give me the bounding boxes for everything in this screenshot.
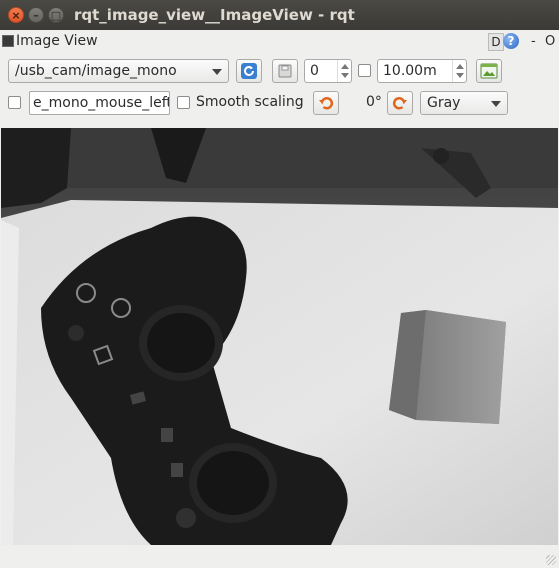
save-icon	[278, 64, 292, 78]
rotate-right-icon	[392, 97, 407, 110]
camera-frame-image	[1, 128, 558, 545]
dock-close-button[interactable]: O	[545, 34, 555, 49]
image-save-icon	[480, 63, 498, 79]
mouse-publish-checkbox[interactable]	[8, 96, 21, 109]
rotate-left-icon	[319, 97, 334, 110]
mouse-topic-value: e_mono_mouse_left	[33, 95, 170, 111]
refresh-topics-button[interactable]	[236, 59, 262, 83]
refresh-icon	[241, 63, 257, 79]
close-window-button[interactable]: ×	[8, 7, 24, 23]
save-image-button[interactable]	[272, 59, 298, 83]
smooth-scaling-label: Smooth scaling	[196, 94, 304, 110]
topic-select-value: /usb_cam/image_mono	[15, 63, 177, 79]
window-titlebar[interactable]: × – □ rqt_image_view__ImageView - rqt	[0, 0, 559, 30]
mouse-topic-input[interactable]: e_mono_mouse_left	[29, 91, 170, 115]
camera-image-view[interactable]	[1, 128, 558, 545]
spin-up-icon[interactable]	[456, 64, 464, 69]
dock-title: Image View	[16, 33, 98, 49]
help-icon[interactable]: ?	[503, 33, 519, 49]
dock-header: Image View D ? - O	[0, 30, 559, 54]
number-spinbox[interactable]: 0	[304, 59, 352, 83]
timeout-spinbox[interactable]: 10.00m	[377, 59, 467, 83]
dock-d-button[interactable]: D	[488, 33, 504, 51]
rotate-right-button[interactable]	[387, 91, 413, 115]
minimize-window-button[interactable]: –	[28, 7, 44, 23]
chevron-down-icon	[212, 69, 222, 75]
window-title: rqt_image_view__ImageView - rqt	[74, 6, 355, 24]
spin-up-icon[interactable]	[341, 64, 349, 69]
spin-down-icon[interactable]	[341, 73, 349, 78]
color-scheme-select[interactable]: Gray	[420, 91, 508, 115]
dock-minimize-button[interactable]: -	[531, 34, 536, 49]
rotation-value: 0°	[366, 94, 382, 110]
timeout-spinbox-value: 10.00m	[383, 63, 437, 79]
resize-grip-icon[interactable]	[546, 555, 556, 565]
spin-down-icon[interactable]	[456, 73, 464, 78]
chevron-down-icon	[491, 101, 501, 107]
dock-plugin-icon	[2, 35, 14, 47]
rotate-left-button[interactable]	[313, 91, 339, 115]
maximize-window-button[interactable]: □	[48, 7, 64, 23]
dynamic-range-checkbox[interactable]	[358, 64, 371, 77]
topic-select[interactable]: /usb_cam/image_mono	[8, 59, 229, 83]
smooth-scaling-checkbox[interactable]	[177, 96, 190, 109]
number-spinbox-value: 0	[310, 63, 319, 79]
save-as-image-button[interactable]	[476, 59, 502, 83]
color-scheme-value: Gray	[427, 95, 461, 111]
